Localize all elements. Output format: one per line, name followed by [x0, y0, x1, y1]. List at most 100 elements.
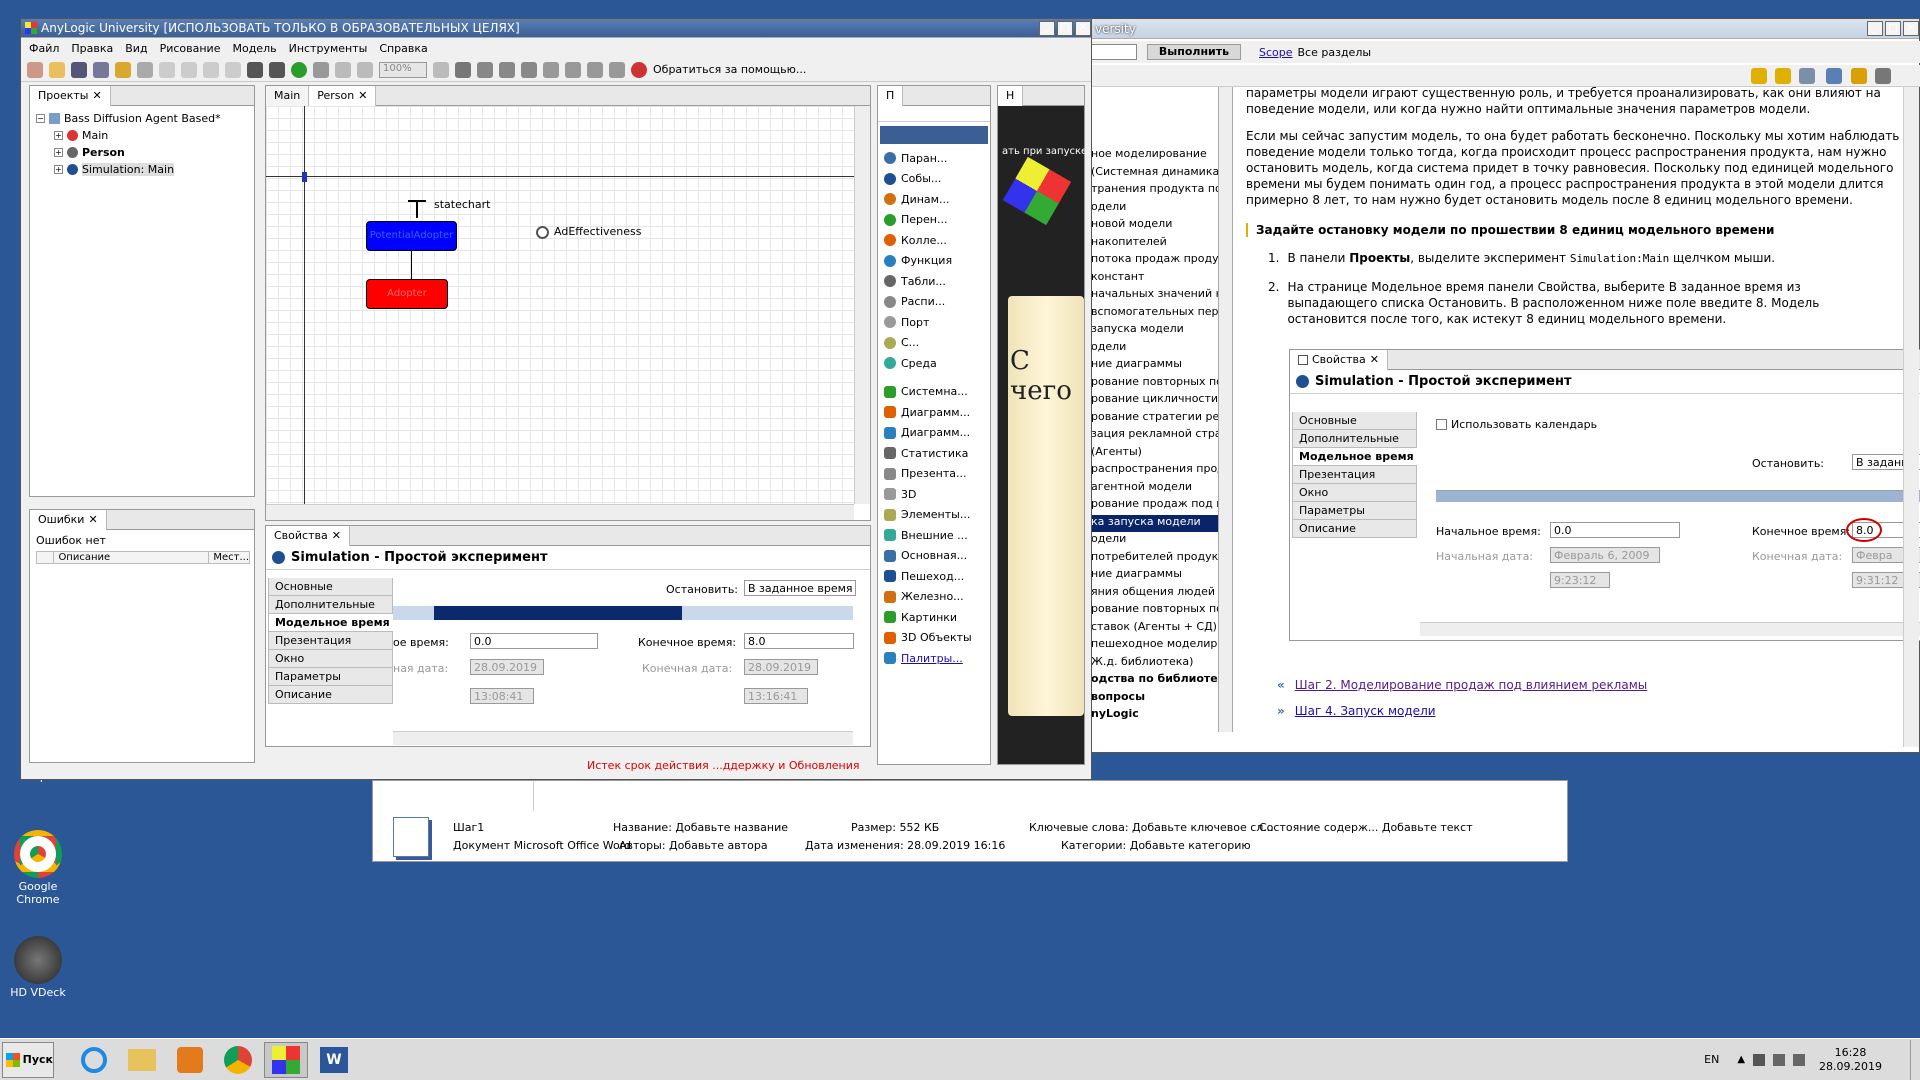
palette-item[interactable]: Порт — [878, 312, 990, 333]
debug-icon[interactable] — [313, 61, 329, 78]
toc-item[interactable]: распространения прод — [1091, 462, 1218, 480]
toc-item[interactable]: ка запуска модели — [1091, 514, 1218, 532]
link-next-step[interactable]: Шаг 4. Запуск модели — [1295, 704, 1436, 718]
toc-item[interactable]: агентной модели — [1091, 480, 1218, 498]
toc-item[interactable]: рование цикличности о — [1091, 392, 1218, 410]
delete-icon[interactable] — [225, 61, 241, 78]
support-link[interactable]: Обратиться за помощью... — [653, 63, 806, 76]
tree-item-person[interactable]: Person — [82, 146, 125, 159]
end-time-spinner[interactable]: 13:16:41 — [744, 688, 808, 704]
start-time-input[interactable]: 0.0 — [470, 633, 598, 649]
toc-item[interactable]: ние диаграммы — [1091, 357, 1218, 375]
toc-item[interactable]: ставок (Агенты + СД) — [1091, 620, 1218, 638]
scope-link[interactable]: Scope — [1259, 46, 1293, 59]
network-icon[interactable] — [1773, 1053, 1786, 1066]
props-hscroll[interactable] — [393, 731, 853, 745]
tab-projects[interactable]: Проекты ✕ — [30, 85, 111, 106]
palette-group[interactable]: Элементы... — [878, 505, 990, 526]
tree-item-simulation[interactable]: Simulation: Main — [82, 163, 175, 176]
back-icon[interactable] — [1751, 68, 1767, 84]
bookmark-icon[interactable] — [1851, 68, 1867, 84]
order-icon[interactable] — [587, 61, 603, 78]
toc-item[interactable]: начальных значений на — [1091, 287, 1218, 305]
toc-item[interactable]: транения продукта по Б — [1091, 182, 1218, 200]
palette-item[interactable]: Перен... — [878, 210, 990, 231]
palette-group[interactable]: Палитры... — [878, 648, 990, 669]
ungroup-icon[interactable] — [565, 61, 581, 78]
menu-model[interactable]: Модель — [232, 42, 276, 55]
grid-icon[interactable] — [499, 61, 515, 78]
print-icon[interactable] — [1875, 68, 1891, 84]
zoom-fit-icon[interactable] — [335, 61, 351, 78]
zoom-select[interactable]: 100% — [379, 61, 427, 78]
vtab-description[interactable]: Описание — [268, 686, 393, 704]
vtab-advanced[interactable]: Дополнительные — [268, 596, 393, 614]
palette-group[interactable]: Пешеход... — [878, 566, 990, 587]
open-icon[interactable] — [49, 61, 65, 78]
minimize-button[interactable]: _ — [1039, 20, 1055, 36]
palette-group[interactable]: Диаграмм... — [878, 423, 990, 444]
vtab-window[interactable]: Окно — [268, 650, 393, 668]
toc-item[interactable]: констант — [1091, 270, 1218, 288]
palette-item[interactable]: Среда — [878, 353, 990, 374]
volume-icon[interactable] — [1793, 1053, 1806, 1066]
close-button[interactable]: ✕ — [1903, 21, 1919, 36]
vtab-presentation[interactable]: Презентация — [268, 632, 393, 650]
link-prev-step[interactable]: Шаг 2. Моделирование продаж под влиянием… — [1295, 678, 1647, 692]
start-date-input[interactable]: 28.09.2019 — [470, 659, 544, 675]
palette-item[interactable]: Табли... — [878, 271, 990, 292]
toc-item[interactable]: (Системная динамика) — [1091, 165, 1218, 183]
undo-icon[interactable] — [115, 61, 131, 78]
toc-item[interactable]: рование продаж под вли — [1091, 497, 1218, 515]
vtab-parameters[interactable]: Параметры — [268, 668, 393, 686]
show-desktop-button[interactable] — [1910, 1039, 1920, 1080]
media-taskbar-button[interactable] — [168, 1042, 212, 1078]
explorer-taskbar-button[interactable] — [120, 1042, 164, 1078]
close-button[interactable]: ✕ — [1075, 20, 1091, 36]
canvas[interactable]: statechart PotentialAdopter Adopter AdEf… — [266, 106, 854, 504]
zoom-in-icon[interactable] — [433, 61, 449, 78]
menu-help[interactable]: Справка — [379, 42, 427, 55]
tab-properties[interactable]: Свойства ✕ — [266, 525, 350, 546]
redo-icon[interactable] — [137, 61, 153, 78]
toc-item[interactable]: ное моделирование — [1091, 147, 1218, 165]
state-potential-adopter[interactable]: PotentialAdopter — [366, 221, 457, 251]
palette-group[interactable]: Системна... — [878, 382, 990, 403]
group-icon[interactable] — [543, 61, 559, 78]
toc-item[interactable]: яния общения людей — [1091, 585, 1218, 603]
toc-item[interactable]: рование повторных пок — [1091, 375, 1218, 393]
flag-icon[interactable] — [1753, 1053, 1766, 1066]
palette-item[interactable]: Собы... — [878, 169, 990, 190]
toc-item[interactable]: запуска модели — [1091, 322, 1218, 340]
toc-item[interactable]: nyLogic — [1091, 707, 1218, 725]
tab-welcome[interactable]: Н — [998, 85, 1024, 106]
toc-item[interactable]: накопителей — [1091, 235, 1218, 253]
palette-group[interactable]: Основная... — [878, 546, 990, 567]
editor-vscroll[interactable] — [854, 106, 870, 504]
save-icon[interactable] — [71, 61, 87, 78]
language-indicator[interactable]: EN — [1704, 1053, 1719, 1066]
palette-group[interactable]: Железно... — [878, 587, 990, 608]
desktop-icon-hdvdeck[interactable]: HD VDeck — [8, 936, 68, 999]
palette-group[interactable]: Внешние ... — [878, 525, 990, 546]
sync-icon[interactable] — [1826, 68, 1842, 84]
home-icon[interactable] — [1799, 68, 1815, 84]
toc-item[interactable]: пешеходное моделирован — [1091, 637, 1218, 655]
vtab-model-time[interactable]: Модельное время — [268, 614, 393, 632]
tab-person[interactable]: Person ✕ — [309, 85, 377, 106]
maximize-button[interactable]: □ — [1057, 20, 1073, 36]
forward-icon[interactable] — [1775, 68, 1791, 84]
save-all-icon[interactable] — [93, 61, 109, 78]
paste-icon[interactable] — [203, 61, 219, 78]
chrome-taskbar-button[interactable] — [216, 1042, 260, 1078]
align-icon[interactable] — [477, 61, 493, 78]
menu-draw[interactable]: Рисование — [160, 42, 221, 55]
palette-group[interactable]: Картинки — [878, 607, 990, 628]
help-scrollbar[interactable] — [1903, 87, 1919, 747]
stop-select[interactable]: В заданное время — [744, 580, 856, 596]
toc-item[interactable]: Ж.д. библиотека) — [1091, 655, 1218, 673]
toc-item[interactable]: вспомогательных пере — [1091, 305, 1218, 323]
new-icon[interactable] — [27, 61, 43, 78]
authors-value[interactable]: Добавьте автора — [669, 839, 768, 852]
end-time-input[interactable]: 8.0 — [744, 633, 854, 649]
